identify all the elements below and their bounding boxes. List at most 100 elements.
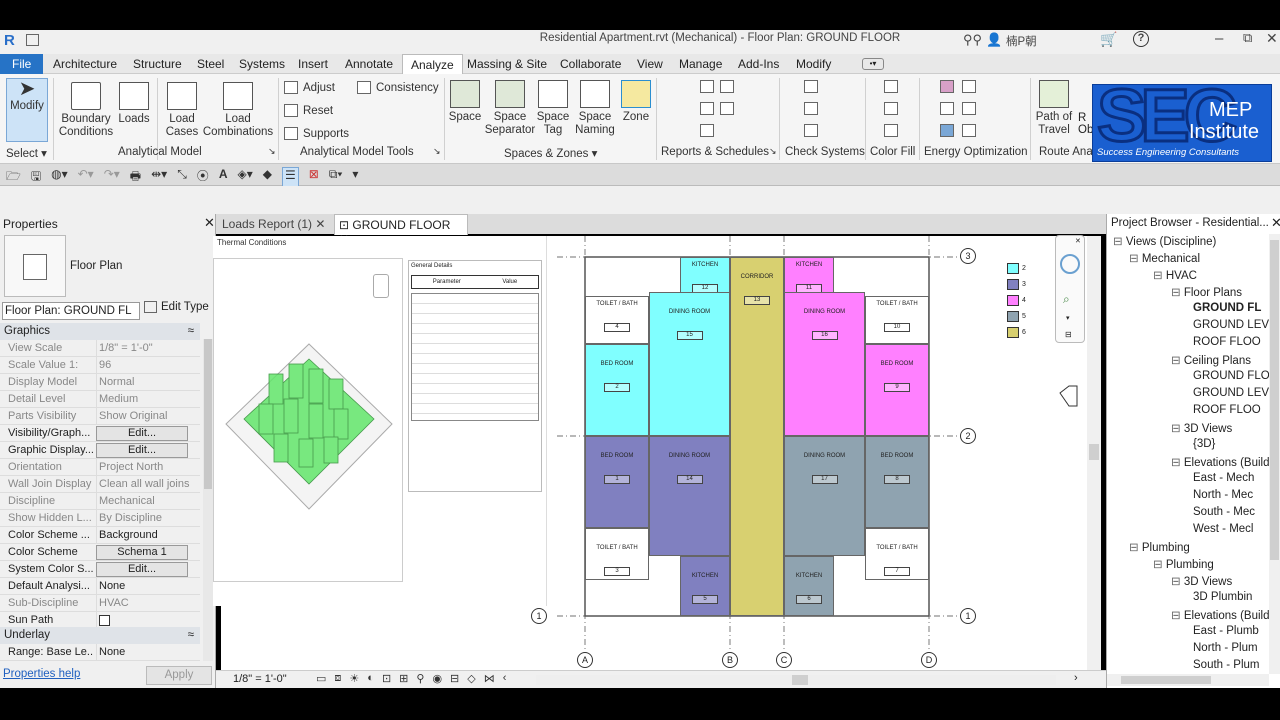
tree-node[interactable]: ⊟ Views (Discipline) <box>1113 234 1216 248</box>
tab-file[interactable]: File <box>0 54 44 74</box>
room-tag[interactable]: 7 <box>884 567 910 576</box>
tree-node[interactable]: 3D Plumbin <box>1193 591 1252 603</box>
tree-node[interactable]: ⊟ 3D Views <box>1171 574 1232 588</box>
expand-icon[interactable]: ⊟ <box>1171 610 1184 622</box>
tree-node[interactable]: ROOF FLOO <box>1193 336 1261 348</box>
undo-icon[interactable]: ↶▾ <box>78 167 94 188</box>
tab-add-ins[interactable]: Add-Ins <box>738 57 779 71</box>
sync-icon[interactable]: ◍▾ <box>51 167 68 188</box>
nav-options-icon[interactable]: ⊟ <box>1065 330 1072 339</box>
room-tag[interactable]: 3 <box>604 567 630 576</box>
nav-dropdown-icon[interactable]: ▾ <box>1066 314 1070 322</box>
expand-icon[interactable]: ⊟ <box>1171 576 1184 588</box>
properties-close-icon[interactable]: ✕ <box>204 215 215 231</box>
room-space[interactable]: TOILET / BATH 4 <box>585 296 649 344</box>
expand-icon[interactable]: ⊟ <box>1153 559 1166 571</box>
adjust-button[interactable]: Adjust <box>284 81 335 94</box>
tab-modify[interactable]: Modify <box>796 57 831 71</box>
tree-node[interactable]: ⊟ Plumbing <box>1129 540 1190 554</box>
visual-style-icon[interactable]: ⧈ <box>334 672 341 685</box>
loads-button[interactable]: Loads <box>117 82 151 126</box>
color-fill-icons[interactable] <box>884 80 904 140</box>
properties-help-link[interactable]: Properties help <box>3 668 80 680</box>
space-naming-button[interactable]: Space Naming <box>572 80 618 137</box>
help-icon[interactable]: ? <box>1133 31 1149 47</box>
steering-wheel-icon[interactable] <box>1060 254 1080 274</box>
property-row[interactable]: Wall Join Display Clean all wall joins <box>0 476 200 493</box>
cart-icon[interactable]: 🛒 <box>1100 31 1117 48</box>
grid-bubble[interactable]: 1 <box>960 608 976 624</box>
3d-view-icon[interactable]: ◈▾ <box>237 167 252 188</box>
select-dropdown[interactable]: Select ▾ <box>6 146 47 160</box>
browser-scrollbar[interactable] <box>1269 234 1280 674</box>
tab-steel[interactable]: Steel <box>197 57 224 71</box>
category-underlay[interactable]: Underlay ≈ <box>0 627 200 644</box>
tab-architecture[interactable]: Architecture <box>53 57 117 71</box>
supports-button[interactable]: Supports <box>284 127 349 140</box>
room-tag[interactable]: 1 <box>604 475 630 484</box>
property-row[interactable]: Scale Value 1: 96 <box>0 357 200 374</box>
tree-node[interactable]: East - Mech <box>1193 472 1254 484</box>
room-space[interactable]: DINING ROOM 15 <box>649 292 730 436</box>
measure-icon[interactable]: ⇹▾ <box>151 167 167 188</box>
room-tag[interactable]: 2 <box>604 383 630 392</box>
section-icon[interactable]: ◆ <box>263 167 272 188</box>
tab-collaborate[interactable]: Collaborate <box>560 57 621 71</box>
tree-node[interactable]: {3D} <box>1193 438 1215 450</box>
expand-icon[interactable]: ⊟ <box>1113 236 1126 248</box>
tree-node[interactable]: ⊟ Elevations (Build <box>1171 455 1270 469</box>
room-space[interactable]: DINING ROOM 14 <box>649 436 730 556</box>
tree-node[interactable]: South - Plum <box>1193 659 1259 671</box>
room-tag[interactable]: 6 <box>796 595 822 604</box>
scale-selector[interactable]: 1/8" = 1'-0" <box>233 673 287 685</box>
drawing-canvas[interactable]: Thermal Conditions General Details Param… <box>213 235 1101 670</box>
thin-lines-icon[interactable]: ☰ <box>281 167 299 188</box>
tree-node[interactable]: ⊟ Elevations (Build <box>1171 608 1270 622</box>
tag-icon[interactable]: ⦿ <box>197 167 209 188</box>
room-space[interactable]: BED ROOM 2 <box>585 344 649 436</box>
grid-bubble[interactable]: D <box>921 652 937 668</box>
redo-icon[interactable]: ↷▾ <box>104 167 120 188</box>
tree-node[interactable]: ⊟ Floor Plans <box>1171 285 1242 299</box>
category-graphics[interactable]: Graphics ≈ <box>0 323 200 340</box>
vertical-scrollbar[interactable] <box>1087 236 1101 670</box>
tree-node[interactable]: East - Plumb <box>1193 625 1259 637</box>
expand-icon[interactable]: ⊟ <box>1153 270 1166 282</box>
tab-insert[interactable]: Insert <box>298 57 328 71</box>
modify-button[interactable]: ➤ Modify <box>6 78 48 142</box>
nav-close-icon[interactable]: ✕ <box>1075 237 1081 245</box>
property-row[interactable]: Graphic Display... Edit... <box>0 442 200 459</box>
apply-button[interactable]: Apply <box>146 666 212 685</box>
sun-path-checkbox[interactable] <box>99 615 110 626</box>
group-launcher-icon[interactable]: ↘ <box>769 146 777 157</box>
room-space[interactable]: TOILET / BATH 10 <box>865 296 929 344</box>
property-row[interactable]: Discipline Mechanical <box>0 493 200 510</box>
dimension-icon[interactable]: ⤡ <box>177 167 187 188</box>
sun-path-icon[interactable]: ☀ <box>349 672 359 685</box>
detail-level-icon[interactable]: ▭ <box>316 672 326 685</box>
tab-ground-floor[interactable]: ⊡ GROUND FLOOR ✕ <box>334 214 468 246</box>
group-launcher-icon[interactable]: ↘ <box>268 146 276 157</box>
expand-icon[interactable]: ⊟ <box>1171 423 1184 435</box>
properties-scrollbar[interactable] <box>203 339 213 661</box>
property-row[interactable]: Sub-Discipline HVAC <box>0 595 200 612</box>
room-space[interactable]: KITCHEN 12 <box>680 257 730 297</box>
binoculars-icon[interactable]: ⚲⚲ <box>963 32 982 48</box>
tree-node[interactable]: GROUND LEV <box>1193 387 1269 399</box>
expand-icon[interactable]: ⊟ <box>1171 355 1184 367</box>
room-tag[interactable]: 14 <box>676 475 703 484</box>
room-tag[interactable]: 5 <box>692 595 718 604</box>
grid-bubble[interactable]: 1 <box>531 608 547 624</box>
property-row[interactable]: Color Scheme ... Background <box>0 527 200 544</box>
property-edit-button[interactable]: Edit... <box>96 426 188 441</box>
restore-icon[interactable]: ⧉ <box>1243 30 1252 46</box>
browser-close-icon[interactable]: ✕ <box>1271 215 1280 231</box>
analytical-model-icon[interactable]: ⊟ <box>450 672 459 685</box>
tree-node[interactable]: ⊟ Ceiling Plans <box>1171 353 1251 367</box>
property-row[interactable]: Parts Visibility Show Original <box>0 408 200 425</box>
property-row[interactable]: Show Hidden L... By Discipline <box>0 510 200 527</box>
tree-node[interactable]: South - Mec <box>1193 506 1255 518</box>
print-icon[interactable]: 🖶 <box>130 167 141 188</box>
tree-node[interactable]: North - Mec <box>1193 489 1253 501</box>
tab-analyze[interactable]: Analyze <box>402 54 463 75</box>
